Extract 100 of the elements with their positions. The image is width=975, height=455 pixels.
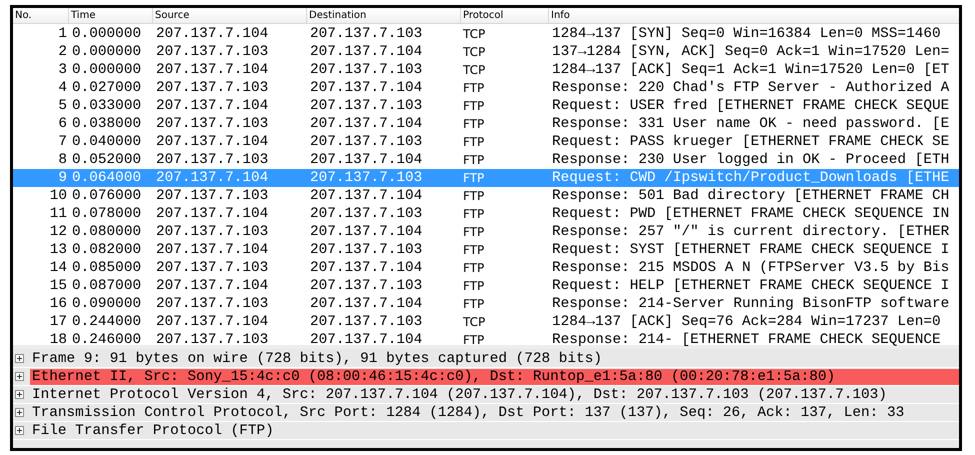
number-cell: 12	[50, 224, 67, 240]
number-cell: 17	[50, 314, 67, 330]
protocol-cell: FTP	[463, 153, 484, 167]
protocol-cell: TCP	[463, 63, 486, 77]
expand-icon[interactable]	[15, 372, 24, 381]
column-header[interactable]: Source	[153, 8, 307, 23]
number-cell: 16	[50, 296, 67, 312]
packet-row[interactable]: 12 0.080000 207.137.7.103 207.137.7.104 FTP Response: 257 "/" is current directory. [ETHER	[13, 223, 959, 241]
column-header[interactable]: No.	[13, 8, 69, 23]
number-cell: 6	[58, 116, 67, 132]
protocol-cell: FTP	[463, 135, 484, 149]
destination-cell: 207.137.7.103	[310, 98, 422, 114]
protocol-cell: TCP	[463, 45, 486, 59]
source-cell: 207.137.7.104	[156, 98, 268, 114]
packet-row[interactable]: 10 0.076000 207.137.7.103 207.137.7.104 FTP Response: 501 Bad directory [ETHERNET FRAME CH	[13, 187, 959, 205]
packet-row[interactable]: 11 0.078000 207.137.7.104 207.137.7.103 FTP Request: PWD [ETHERNET FRAME CHECK SEQUENCE IN	[13, 205, 959, 223]
packet-row[interactable]: 8 0.052000 207.137.7.103 207.137.7.104 FTP Response: 230 User logged in OK - Proceed [ETH	[13, 151, 959, 169]
column-header[interactable]: Destination	[307, 8, 461, 23]
info-cell: Request: PASS krueger [ETHERNET FRAME CHECK SE	[552, 134, 950, 150]
time-cell: 0.087000	[72, 278, 142, 294]
number-cell: 2	[58, 44, 67, 60]
protocol-cell: FTP	[463, 279, 484, 293]
info-cell: Response: 230 User logged in OK - Proceed [ETH	[552, 152, 950, 168]
protocol-cell: FTP	[463, 117, 484, 131]
destination-cell: 207.137.7.103	[310, 314, 422, 330]
time-cell: 0.033000	[72, 98, 142, 114]
source-cell: 207.137.7.104	[156, 242, 268, 258]
packet-row[interactable]: 1 0.000000 207.137.7.104 207.137.7.103 TCP 1284→137 [SYN] Seq=0 Win=16384 Len=0 MSS=1460	[13, 25, 959, 43]
column-header[interactable]: Time	[69, 8, 153, 23]
protocol-cell: FTP	[463, 81, 484, 95]
protocol-cell: FTP	[463, 225, 484, 239]
protocol-cell: FTP	[463, 261, 484, 275]
info-cell: Request: CWD /Ipswitch/Product_Downloads [ETHE	[552, 170, 950, 186]
expand-icon[interactable]	[15, 390, 24, 399]
packet-row[interactable]: 14 0.085000 207.137.7.103 207.137.7.104 FTP Response: 215 MSDOS A N (FTPServer V3.5 by Bis	[13, 259, 959, 277]
destination-cell: 207.137.7.104	[310, 44, 422, 60]
expand-icon[interactable]	[15, 408, 24, 417]
column-header[interactable]: Protocol	[461, 8, 549, 23]
packet-row[interactable]: 16 0.090000 207.137.7.103 207.137.7.104 FTP Response: 214-Server Running BisonFTP software	[13, 295, 959, 313]
number-cell: 10	[50, 188, 67, 204]
packet-row[interactable]: 17 0.244000 207.137.7.104 207.137.7.103 TCP 1284→137 [ACK] Seq=76 Ack=284 Win=17237 Len=0	[13, 313, 959, 331]
protocol-cell: FTP	[463, 99, 484, 113]
source-cell: 207.137.7.103	[156, 188, 268, 204]
number-cell: 4	[58, 80, 67, 96]
time-cell: 0.027000	[72, 80, 142, 96]
info-cell: Response: 257 "/" is current directory. [ETHER	[552, 224, 950, 240]
detail-row[interactable]: Transmission Control Protocol, Src Port: 1284 (1284), Dst Port: 137 (137), Seq: 26, Ack: 137, Len: 33	[13, 404, 959, 422]
expand-icon[interactable]	[15, 354, 24, 363]
destination-cell: 207.137.7.103	[310, 206, 422, 222]
info-cell: Response: 220 Chad's FTP Server - Authorized A	[552, 80, 950, 96]
info-cell: Response: 331 User name OK - need password. [E	[552, 116, 950, 132]
column-header[interactable]: Info	[549, 8, 959, 23]
packet-row[interactable]: 2 0.000000 207.137.7.103 207.137.7.104 TCP 137→1284 [SYN, ACK] Seq=0 Ack=1 Win=17520 Len=	[13, 43, 959, 61]
number-cell: 11	[50, 206, 67, 222]
packet-row[interactable]: 15 0.087000 207.137.7.104 207.137.7.103 FTP Request: HELP [ETHERNET FRAME CHECK SEQUENCE I	[13, 277, 959, 295]
source-cell: 207.137.7.103	[156, 80, 268, 96]
source-cell: 207.137.7.104	[156, 134, 268, 150]
protocol-cell: FTP	[463, 297, 484, 311]
packet-row[interactable]: 13 0.082000 207.137.7.104 207.137.7.103 FTP Request: SYST [ETHERNET FRAME CHECK SEQUENCE I	[13, 241, 959, 259]
packet-row[interactable]: 5 0.033000 207.137.7.104 207.137.7.103 FTP Request: USER fred [ETHERNET FRAME CHECK SEQUE	[13, 97, 959, 115]
destination-cell: 207.137.7.103	[310, 170, 422, 186]
source-cell: 207.137.7.104	[156, 26, 268, 42]
time-cell: 0.064000	[72, 170, 142, 186]
time-cell: 0.000000	[72, 62, 142, 78]
number-cell: 7	[58, 134, 67, 150]
number-cell: 3	[58, 62, 67, 78]
destination-cell: 207.137.7.104	[310, 152, 422, 168]
detail-row[interactable]: Internet Protocol Version 4, Src: 207.137.7.104 (207.137.7.104), Dst: 207.137.7.103 (207.137.7.103)	[13, 386, 959, 404]
packet-row[interactable]: 4 0.027000 207.137.7.103 207.137.7.104 FTP Response: 220 Chad's FTP Server - Authorized A	[13, 79, 959, 97]
source-cell: 207.137.7.104	[156, 206, 268, 222]
destination-cell: 207.137.7.103	[310, 26, 422, 42]
number-cell: 14	[50, 260, 67, 276]
source-cell: 207.137.7.104	[156, 62, 268, 78]
time-cell: 0.078000	[72, 206, 142, 222]
protocol-cell: FTP	[463, 207, 484, 221]
time-cell: 0.082000	[72, 242, 142, 258]
info-cell: Request: PWD [ETHERNET FRAME CHECK SEQUENCE IN	[552, 206, 950, 222]
source-cell: 207.137.7.103	[156, 296, 268, 312]
destination-cell: 207.137.7.103	[310, 242, 422, 258]
detail-row[interactable]: Frame 9: 91 bytes on wire (728 bits), 91 bytes captured (728 bits)	[13, 350, 959, 368]
expand-icon[interactable]	[15, 426, 24, 435]
packet-row[interactable]: 6 0.038000 207.137.7.103 207.137.7.104 FTP Response: 331 User name OK - need password. [E	[13, 115, 959, 133]
time-cell: 0.080000	[72, 224, 142, 240]
info-cell: Request: USER fred [ETHERNET FRAME CHECK SEQUE	[552, 98, 950, 114]
destination-cell: 207.137.7.104	[310, 188, 422, 204]
destination-cell: 207.137.7.104	[310, 224, 422, 240]
detail-row[interactable]: File Transfer Protocol (FTP)	[13, 422, 959, 440]
info-cell: Response: 214- [ETHERNET FRAME CHECK SEQUENCE	[552, 332, 941, 348]
packet-row[interactable]: 3 0.000000 207.137.7.104 207.137.7.103 TCP 1284→137 [ACK] Seq=1 Ack=1 Win=17520 Len=0 [ET	[13, 61, 959, 79]
info-cell: Request: SYST [ETHERNET FRAME CHECK SEQUENCE I	[552, 242, 950, 258]
time-cell: 0.052000	[72, 152, 142, 168]
detail-text: Transmission Control Protocol, Src Port: 1284 (1284), Dst Port: 137 (137), Seq: 26, Ack: 137, Len: 33	[31, 404, 906, 420]
detail-text: File Transfer Protocol (FTP)	[31, 422, 275, 438]
destination-cell: 207.137.7.104	[310, 80, 422, 96]
number-cell: 9	[58, 170, 67, 186]
time-cell: 0.076000	[72, 188, 142, 204]
packet-row[interactable]: 7 0.040000 207.137.7.104 207.137.7.103 FTP Request: PASS krueger [ETHERNET FRAME CHECK SE	[13, 133, 959, 151]
info-cell: 1284→137 [ACK] Seq=1 Ack=1 Win=17520 Len=0 [ET	[552, 62, 950, 78]
source-cell: 207.137.7.103	[156, 224, 268, 240]
packet-row[interactable]: 18 0.246000 207.137.7.103 207.137.7.104 FTP Response: 214- [ETHERNET FRAME CHECK SEQUENCE	[13, 331, 959, 349]
